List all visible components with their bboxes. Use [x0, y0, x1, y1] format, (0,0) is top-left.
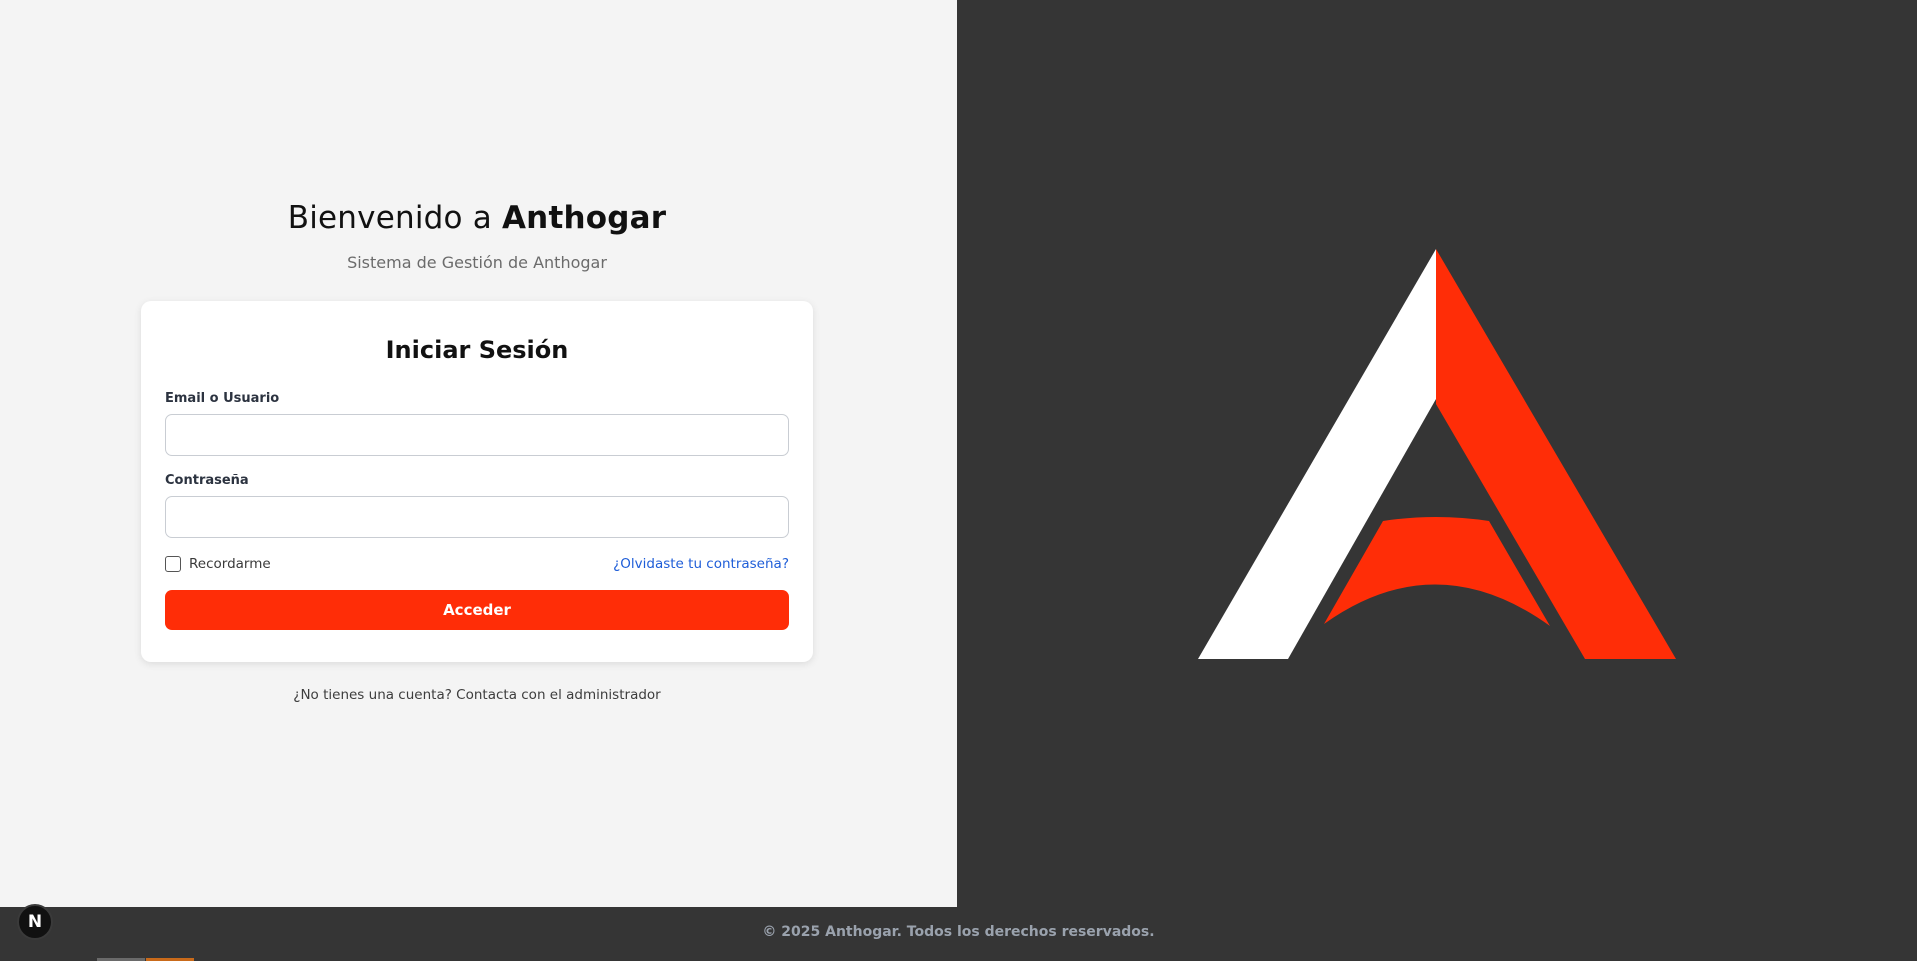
welcome-prefix: Bienvenido a: [287, 200, 502, 236]
copyright-text: © 2025 Anthogar. Todos los derechos rese…: [762, 924, 1155, 940]
password-label: Contraseña: [165, 473, 249, 488]
logo-right-stroke: [1436, 249, 1676, 659]
email-label: Email o Usuario: [165, 391, 280, 406]
login-card: Iniciar Sesión Email o Usuario Contraseñ…: [141, 301, 813, 662]
page-title: Bienvenido a Anthogar: [0, 200, 954, 236]
logo-left-stroke: [1198, 249, 1436, 659]
login-button[interactable]: Acceder: [165, 590, 789, 630]
brand-name: Anthogar: [501, 200, 667, 236]
remember-checkbox[interactable]: [165, 556, 181, 572]
nextjs-dev-badge[interactable]: N: [17, 904, 53, 940]
signup-note: ¿No tienes una cuenta? Contacta con el a…: [293, 687, 661, 703]
anthogar-a-logo-icon: [1198, 249, 1676, 659]
page-subtitle: Sistema de Gestión de Anthogar: [347, 253, 607, 272]
forgot-password-link[interactable]: ¿Olvidaste tu contraseña?: [613, 556, 789, 572]
password-field[interactable]: [165, 496, 789, 538]
remember-me[interactable]: Recordarme: [165, 556, 271, 572]
email-field[interactable]: [165, 414, 789, 456]
login-panel: Bienvenido a Anthogar Sistema de Gestión…: [0, 0, 957, 907]
remember-label[interactable]: Recordarme: [189, 556, 271, 572]
footer: © 2025 Anthogar. Todos los derechos rese…: [0, 907, 1917, 961]
login-card-title: Iniciar Sesión: [385, 336, 569, 364]
